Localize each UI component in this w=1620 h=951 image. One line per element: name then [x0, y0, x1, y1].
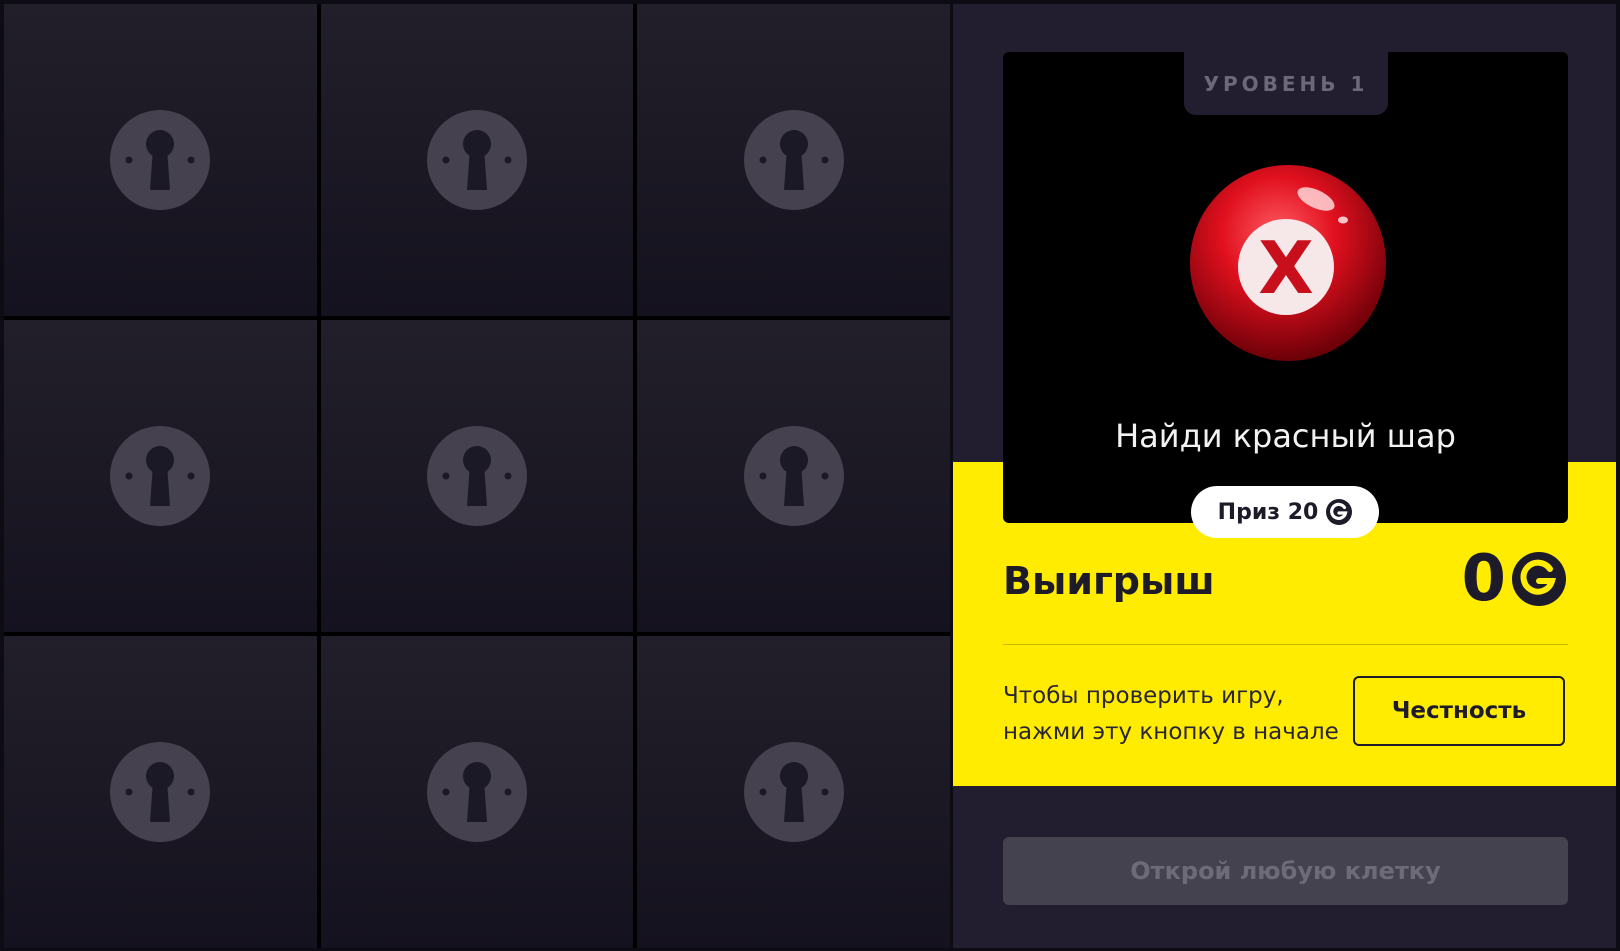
winnings-value: 0	[1461, 544, 1566, 614]
svg-text:X: X	[1258, 226, 1314, 310]
keyhole-icon	[110, 426, 211, 526]
open-cell-button[interactable]: Открой любую клетку	[1003, 837, 1568, 905]
board-cell[interactable]	[637, 320, 950, 632]
winnings-label: Выигрыш	[1003, 559, 1215, 603]
board-cell[interactable]	[637, 4, 950, 316]
prize-label: Приз 20	[1217, 499, 1319, 525]
prize-badge: Приз 20	[1191, 486, 1379, 538]
board-cell[interactable]	[4, 636, 317, 948]
coin-g-icon	[1512, 552, 1566, 606]
coin-g-icon	[1326, 499, 1353, 525]
board-cell[interactable]	[320, 320, 634, 632]
board-cell[interactable]	[320, 4, 634, 316]
fairness-hint: Чтобы проверить игру, нажми эту кнопку в…	[1003, 683, 1339, 745]
level-tab: УРОВЕНЬ 1	[1184, 52, 1388, 115]
keyhole-icon	[743, 742, 844, 842]
keyhole-icon	[426, 426, 527, 526]
board-cell[interactable]	[4, 320, 317, 632]
red-ball-x-icon: X	[1190, 165, 1386, 361]
divider	[1003, 644, 1568, 645]
level-card: УРОВЕНЬ 1 X Найди красный шар Приз 20	[1003, 52, 1568, 538]
level-instruction: Найди красный шар	[1115, 417, 1456, 455]
keyhole-icon	[743, 426, 844, 526]
keyhole-icon	[110, 742, 211, 842]
keyhole-icon	[426, 742, 527, 842]
keyhole-icon	[743, 110, 844, 210]
fairness-button[interactable]: Честность	[1353, 676, 1565, 746]
keyhole-icon	[426, 110, 527, 210]
board-cell[interactable]	[320, 636, 634, 948]
game-board	[4, 4, 950, 948]
board-cell[interactable]	[4, 4, 317, 316]
side-panel: УРОВЕНЬ 1 X Найди красный шар Приз 20 Вы…	[953, 4, 1616, 948]
keyhole-icon	[110, 110, 211, 210]
board-cell[interactable]	[637, 636, 950, 948]
winnings-amount: 0	[1461, 542, 1506, 616]
